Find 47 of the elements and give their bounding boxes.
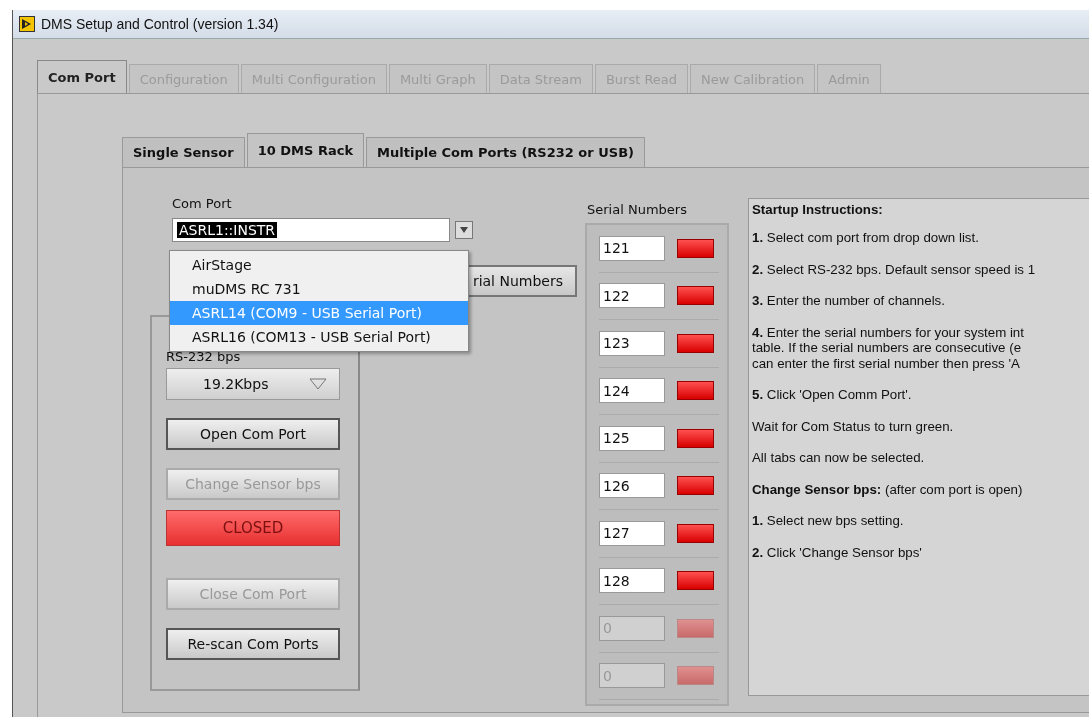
serial-number-field[interactable]: 124 [599, 378, 665, 404]
com-status-indicator: CLOSED [166, 510, 340, 546]
instruction-text: 3. Enter the number of channels. [752, 293, 946, 309]
menu-item[interactable]: ASRL16 (COM13 - USB Serial Port) [170, 325, 468, 349]
caret-icon [459, 226, 469, 234]
instruction-text: Change Sensor bps: (after com port is open) [752, 481, 1024, 497]
led-indicator [677, 333, 714, 353]
instruction-text: 2. Select RS-232 bps. Default sensor speed is 1 [752, 261, 1037, 277]
button[interactable]: Open Com Port [166, 418, 340, 450]
dropdown-button[interactable] [455, 221, 473, 239]
led-indicator [677, 476, 714, 496]
instruction-text: 1. Select com port from drop down list. [752, 230, 980, 246]
instruction-text: 2. Click 'Change Sensor bps' [752, 544, 923, 560]
instructions-heading: Startup Instructions: [752, 202, 884, 217]
caret-icon [309, 378, 327, 390]
instruction-text: 4. Enter the serial numbers for your system int table. If the serial numbers are consecutive (e can enter the first serial number then press 'A [752, 324, 1025, 371]
led-indicator [677, 381, 714, 401]
field-label: RS-232 bps [166, 349, 241, 365]
tab[interactable]: Com Port [37, 60, 127, 93]
serial-number-field[interactable]: 122 [599, 283, 665, 309]
serial-number-field[interactable]: 128 [599, 568, 665, 594]
instruction-text: All tabs can now be selected. [752, 450, 926, 466]
app-icon [19, 16, 35, 32]
tab[interactable]: 10 DMS Rack [246, 133, 365, 167]
field-label: Com Port [172, 196, 233, 213]
led-indicator [677, 666, 714, 686]
serial-number-field[interactable]: 127 [599, 520, 665, 546]
serial-number-field[interactable]: 121 [599, 235, 665, 261]
led-indicator [677, 428, 714, 448]
com-port-field[interactable]: ASRL1::INSTR [172, 218, 450, 242]
tab[interactable]: Multiple Com Ports (RS232 or USB) [366, 137, 645, 167]
column-label: Serial Numbers [586, 201, 688, 219]
led-indicator [677, 523, 714, 543]
instruction-text: 1. Select new bps setting. [752, 513, 905, 529]
serial-number-field[interactable]: 125 [599, 425, 665, 451]
instruction-text: Wait for Com Status to turn green. [752, 418, 955, 434]
button[interactable]: Re-scan Com Ports [166, 628, 340, 660]
serial-number-field[interactable]: 126 [599, 473, 665, 499]
tab[interactable]: Single Sensor [122, 137, 245, 167]
window-title: DMS Setup and Control (version 1.34) [41, 16, 279, 32]
instruction-text: 5. Click 'Open Comm Port'. [752, 387, 913, 403]
led-indicator [677, 618, 714, 638]
led-indicator [677, 571, 714, 591]
serial-number-field[interactable]: 123 [599, 330, 665, 356]
led-indicator [677, 238, 714, 258]
led-indicator [677, 286, 714, 306]
bps-dropdown[interactable]: 19.2Kbps [166, 368, 340, 400]
